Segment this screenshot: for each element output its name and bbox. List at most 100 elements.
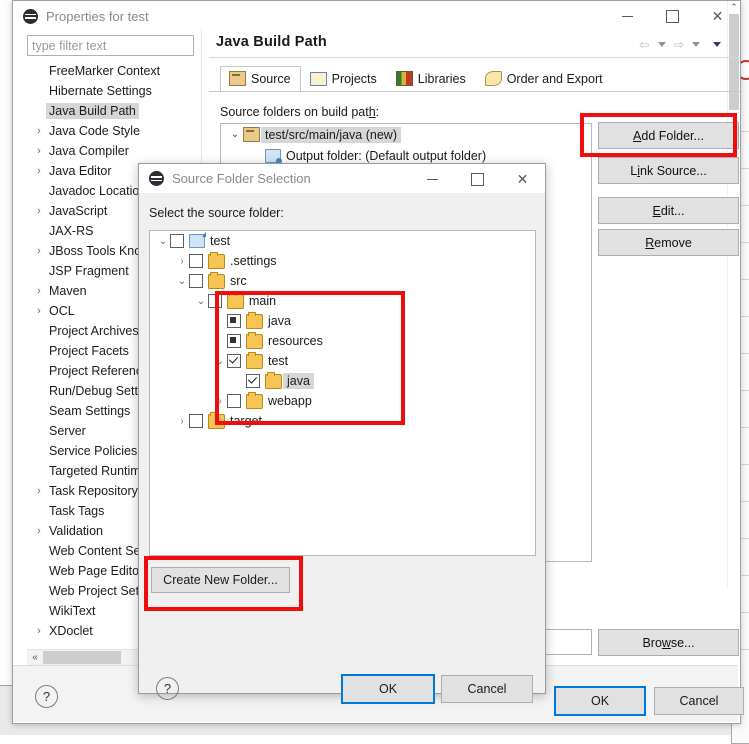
remove-label: Remove <box>645 235 692 250</box>
filter-input[interactable]: type filter text <box>27 35 194 56</box>
folder-checkbox[interactable] <box>246 374 260 388</box>
dialog-help-button[interactable]: ? <box>156 677 179 700</box>
dialog-close-button[interactable]: ✕ <box>500 164 545 194</box>
sidebar-item-label: WikiText <box>49 604 96 618</box>
properties-titlebar[interactable]: Properties for test ✕ <box>13 1 740 31</box>
collapse-arrow-icon[interactable]: ⌄ <box>227 129 243 140</box>
sidebar-item-hibernate-settings[interactable]: Hibernate Settings <box>27 81 194 101</box>
open-folder-icon <box>309 72 327 86</box>
folder-tree-row[interactable]: ⌄ main <box>150 291 535 311</box>
folder-checkbox[interactable] <box>227 394 241 408</box>
back-arrow-icon[interactable]: ⇦ <box>639 37 649 52</box>
folder-tree-row[interactable]: ⌄ src <box>150 271 535 291</box>
folder-tree-row-label: .settings <box>230 254 277 268</box>
scrollbar-thumb[interactable] <box>729 14 739 110</box>
expand-arrow-icon[interactable]: › <box>29 165 49 177</box>
folder-tree-row[interactable]: › .settings <box>150 251 535 271</box>
scroll-up-icon[interactable]: ⌃ <box>728 1 740 14</box>
edit-button[interactable]: Edit... <box>598 197 739 224</box>
add-folder-button[interactable]: Add Folder... <box>598 122 739 149</box>
books-icon <box>395 71 413 86</box>
sidebar-item-java-compiler[interactable]: › Java Compiler <box>27 141 194 161</box>
sidebar-item-label: Task Repository <box>49 484 138 498</box>
expand-arrow-icon[interactable]: › <box>29 625 49 637</box>
expand-arrow-icon[interactable]: › <box>29 145 49 157</box>
source-tree-row[interactable]: ⌄ test/src/main/java (new) <box>221 124 591 145</box>
folder-checkbox[interactable] <box>208 294 222 308</box>
properties-tree-scrollbar[interactable]: ⌃ <box>727 1 740 589</box>
collapse-arrow-icon[interactable]: ⌄ <box>175 276 189 287</box>
link-source-button[interactable]: Link Source... <box>598 157 739 184</box>
maximize-button[interactable] <box>650 1 695 31</box>
tab-source[interactable]: Source <box>220 66 301 92</box>
expand-arrow-icon[interactable]: › <box>29 205 49 217</box>
sidebar-item-java-build-path[interactable]: Java Build Path <box>27 101 194 121</box>
back-dropdown-icon[interactable] <box>657 42 666 47</box>
help-button[interactable]: ? <box>35 685 58 708</box>
expand-arrow-icon[interactable]: › <box>29 285 49 297</box>
folder-checkbox[interactable] <box>227 334 241 348</box>
folder-checkbox[interactable] <box>189 274 203 288</box>
dialog-minimize-button[interactable] <box>410 164 455 194</box>
collapse-arrow-icon[interactable]: ⌄ <box>156 236 170 247</box>
expand-arrow-icon[interactable]: › <box>213 396 227 407</box>
cancel-button[interactable]: Cancel <box>654 687 744 715</box>
tab-libraries[interactable]: Libraries <box>387 66 476 91</box>
collapse-arrow-icon[interactable]: ⌄ <box>194 296 208 307</box>
eclipse-icon <box>149 171 164 186</box>
minimize-button[interactable] <box>605 1 650 31</box>
expand-arrow-icon[interactable]: › <box>29 485 49 497</box>
folder-checkbox[interactable] <box>189 414 203 428</box>
dialog-titlebar[interactable]: Source Folder Selection ✕ <box>139 164 545 193</box>
folder-tree-row[interactable]: resources <box>150 331 535 351</box>
expand-arrow-icon[interactable]: › <box>29 525 49 537</box>
expand-arrow-icon[interactable]: › <box>175 256 189 267</box>
folder-icon <box>246 351 263 369</box>
folder-icon <box>265 371 282 389</box>
folder-selection-tree[interactable]: ⌄ test › .settings ⌄ src ⌄ main java resources ⌄ te… <box>149 230 536 556</box>
dialog-maximize-button[interactable] <box>455 164 500 194</box>
sidebar-item-label: Service Policies <box>49 444 138 458</box>
folder-tree-row[interactable]: java <box>150 371 535 391</box>
scroll-left-icon[interactable]: « <box>27 652 43 663</box>
sidebar-item-java-code-style[interactable]: › Java Code Style <box>27 121 194 141</box>
tab-projects[interactable]: Projects <box>301 67 387 91</box>
sidebar-item-label: Web Page Editor <box>49 564 144 578</box>
folder-tree-row[interactable]: › webapp <box>150 391 535 411</box>
sidebar-item-label: JavaScript <box>49 204 108 218</box>
expand-arrow-icon[interactable]: › <box>29 125 49 137</box>
dialog-cancel-button[interactable]: Cancel <box>441 675 533 703</box>
collapse-arrow-icon[interactable]: ⌄ <box>213 356 227 367</box>
ok-button[interactable]: OK <box>554 686 646 716</box>
sidebar-item-freemarker-context[interactable]: FreeMarker Context <box>27 61 194 81</box>
sidebar-item-label: JSP Fragment <box>49 264 129 278</box>
remove-button[interactable]: Remove <box>598 229 739 256</box>
folder-checkbox[interactable] <box>227 314 241 328</box>
folder-checkbox[interactable] <box>170 234 184 248</box>
folder-tree-row[interactable]: › target <box>150 411 535 431</box>
forward-arrow-icon[interactable]: ⇨ <box>674 37 684 52</box>
folder-tree-row[interactable]: java <box>150 311 535 331</box>
browse-button[interactable]: Browse... <box>598 629 739 656</box>
dialog-title: Source Folder Selection <box>172 171 311 186</box>
output-folder-icon <box>265 148 282 164</box>
create-new-folder-button[interactable]: Create New Folder... <box>151 567 290 593</box>
tab-order-and-export[interactable]: Order and Export <box>476 66 613 91</box>
expand-arrow-icon[interactable]: › <box>29 245 49 257</box>
page-title: Java Build Path <box>216 34 327 50</box>
navigation-arrows: ⇦ ⇨ <box>639 37 726 52</box>
menu-dropdown-icon[interactable] <box>713 42 721 47</box>
dialog-ok-button[interactable]: OK <box>341 674 435 704</box>
forward-dropdown-icon[interactable] <box>692 42 700 47</box>
folder-tree-row[interactable]: ⌄ test <box>150 351 535 371</box>
folder-checkbox[interactable] <box>227 354 241 368</box>
sidebar-item-label: FreeMarker Context <box>49 64 161 78</box>
folder-tree-row-label: webapp <box>268 394 312 408</box>
folder-tree-row-label: java <box>283 373 314 389</box>
expand-arrow-icon[interactable]: › <box>29 305 49 317</box>
tab-label: Libraries <box>417 71 466 86</box>
expand-arrow-icon[interactable]: › <box>175 416 189 427</box>
folder-tree-row[interactable]: ⌄ test <box>150 231 535 251</box>
hscrollbar-thumb[interactable] <box>43 651 121 664</box>
folder-checkbox[interactable] <box>189 254 203 268</box>
